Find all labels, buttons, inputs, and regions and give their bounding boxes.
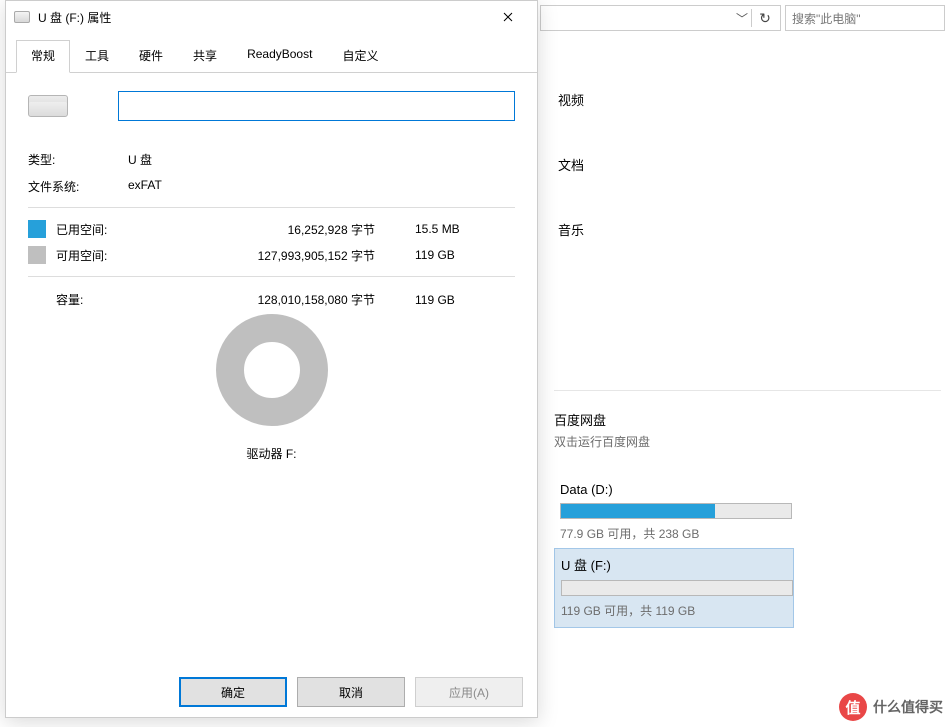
baidu-netdisk-item[interactable]: 百度网盘 双击运行百度网盘: [554, 410, 650, 450]
baidu-subtitle: 双击运行百度网盘: [554, 433, 650, 450]
drive-caption: 驱动器 F:: [28, 445, 515, 462]
capacity-label: 容量:: [56, 291, 164, 308]
folder-item[interactable]: 文档: [558, 155, 584, 174]
tab-硬件[interactable]: 硬件: [124, 40, 178, 73]
used-label: 已用空间:: [56, 221, 136, 238]
drive-usage-bar: [560, 503, 792, 519]
drive-sub: 119 GB 可用，共 119 GB: [561, 602, 787, 619]
tab-常规[interactable]: 常规: [16, 40, 70, 73]
apply-button[interactable]: 应用(A): [415, 677, 523, 707]
divider: [554, 390, 941, 391]
divider: [28, 276, 515, 277]
used-human: 15.5 MB: [415, 222, 515, 236]
tab-ReadyBoost[interactable]: ReadyBoost: [232, 40, 327, 73]
volume-label-input[interactable]: [118, 91, 515, 121]
folder-label: 文档: [558, 155, 584, 174]
folder-label: 音乐: [558, 220, 584, 239]
properties-dialog: U 盘 (F:) 属性 常规工具硬件共享ReadyBoost自定义 类型: U …: [5, 0, 538, 718]
close-button[interactable]: [485, 2, 531, 32]
titlebar[interactable]: U 盘 (F:) 属性: [6, 1, 537, 33]
drive-name: Data (D:): [560, 482, 788, 497]
filesystem-value: exFAT: [128, 178, 162, 195]
type-label: 类型:: [28, 151, 128, 168]
drive-item-f[interactable]: U 盘 (F:) 119 GB 可用，共 119 GB: [554, 548, 794, 628]
free-swatch: [28, 246, 46, 264]
folder-item[interactable]: 视频: [558, 90, 584, 109]
tabstrip: 常规工具硬件共享ReadyBoost自定义: [6, 33, 537, 73]
address-bar[interactable]: ﹀ ↻: [540, 5, 781, 31]
free-bytes: 127,993,905,152 字节: [136, 247, 415, 264]
drive-usage-bar: [561, 580, 793, 596]
watermark-badge: 值: [839, 693, 867, 721]
free-label: 可用空间:: [56, 247, 136, 264]
folder-label: 视频: [558, 90, 584, 109]
tab-共享[interactable]: 共享: [178, 40, 232, 73]
capacity-human: 119 GB: [415, 293, 515, 307]
free-human: 119 GB: [415, 248, 515, 262]
chevron-down-icon[interactable]: ﹀: [735, 10, 749, 27]
search-placeholder: 搜索"此电脑": [792, 10, 861, 27]
used-bytes: 16,252,928 字节: [136, 221, 415, 238]
tab-工具[interactable]: 工具: [70, 40, 124, 73]
drive-sub: 77.9 GB 可用，共 238 GB: [560, 525, 788, 542]
filesystem-label: 文件系统:: [28, 178, 128, 195]
tab-自定义[interactable]: 自定义: [327, 40, 393, 73]
type-value: U 盘: [128, 151, 152, 168]
drive-icon: [14, 11, 30, 23]
refresh-icon[interactable]: ↻: [754, 10, 776, 27]
watermark-text: 什么值得买: [873, 697, 943, 717]
close-icon: [503, 12, 513, 22]
dialog-title: U 盘 (F:) 属性: [38, 9, 485, 26]
drive-icon: [28, 95, 68, 117]
usage-pie-chart: [216, 314, 328, 426]
drive-item-d[interactable]: Data (D:) 77.9 GB 可用，共 238 GB: [554, 476, 794, 550]
used-swatch: [28, 220, 46, 238]
divider: [28, 207, 515, 208]
drive-name: U 盘 (F:): [561, 555, 787, 574]
watermark: 值 什么值得买: [839, 693, 943, 721]
ok-button[interactable]: 确定: [179, 677, 287, 707]
cancel-button[interactable]: 取消: [297, 677, 405, 707]
search-input[interactable]: 搜索"此电脑": [785, 5, 945, 31]
baidu-title: 百度网盘: [554, 410, 650, 429]
folder-item[interactable]: 音乐: [558, 220, 584, 239]
capacity-bytes: 128,010,158,080 字节: [164, 291, 415, 308]
